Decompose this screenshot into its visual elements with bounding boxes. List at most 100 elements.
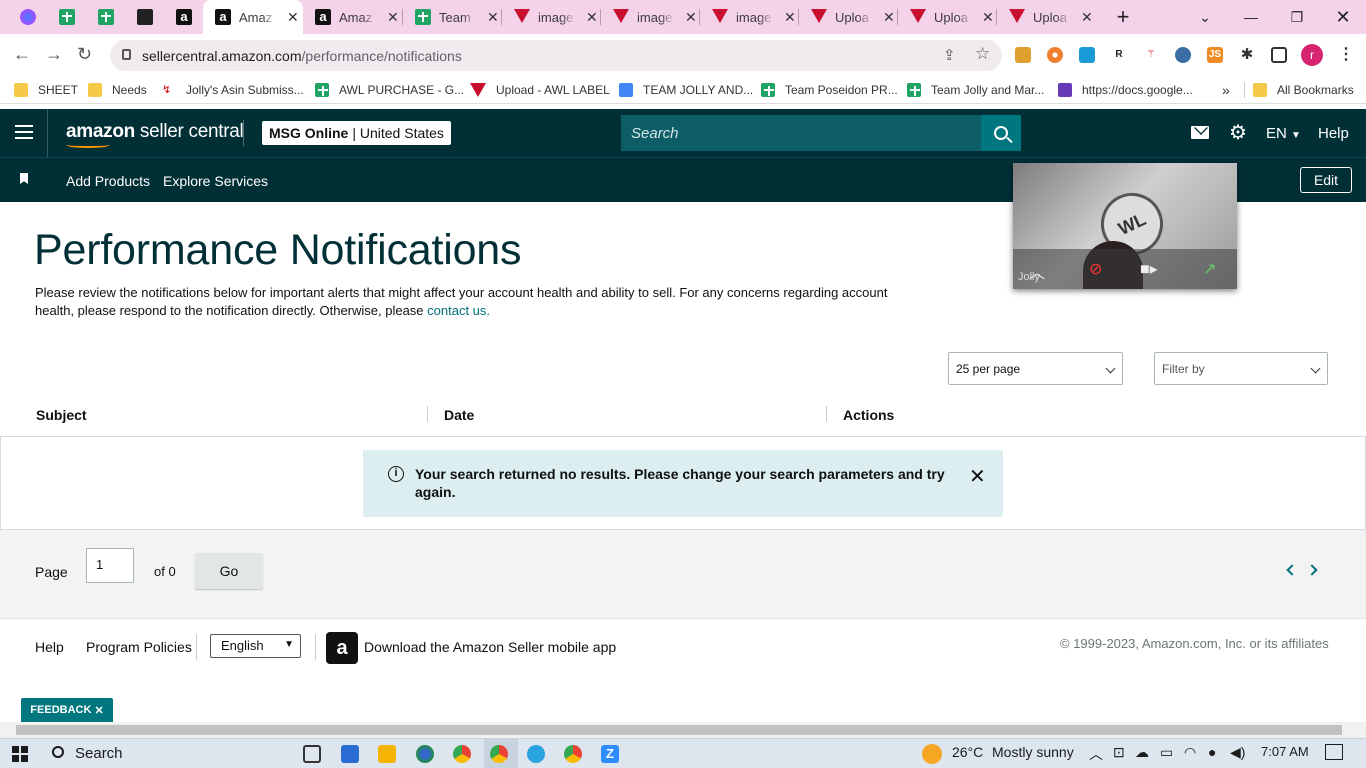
browser-tab[interactable]: Uploa ✕: [898, 0, 996, 34]
browser-tab[interactable]: image ✕: [700, 0, 798, 34]
weather-icon[interactable]: [922, 744, 942, 764]
tab-search-chevron-icon[interactable]: ⌄: [1182, 0, 1228, 34]
mail-icon[interactable]: [1191, 126, 1209, 139]
tab-close-icon[interactable]: ✕: [685, 9, 697, 26]
url-bar[interactable]: sellercentral.amazon.com/performance/not…: [110, 40, 1002, 71]
microphone-icon[interactable]: ●: [1208, 744, 1216, 760]
horizontal-scrollbar[interactable]: [0, 722, 1366, 738]
extension-icon[interactable]: [1079, 47, 1095, 63]
close-window-button[interactable]: ✕: [1320, 0, 1366, 34]
store-icon[interactable]: [341, 745, 359, 763]
side-panel-icon[interactable]: [1271, 47, 1287, 63]
sheets-pinned-icon[interactable]: [98, 9, 114, 25]
footer-language-select[interactable]: English ▼: [210, 634, 301, 658]
column-date[interactable]: Date: [444, 407, 474, 423]
bookmark-item[interactable]: Team Jolly and Mar...: [907, 76, 1044, 104]
program-policies-link[interactable]: Program Policies: [86, 639, 192, 655]
chrome-icon[interactable]: [564, 745, 582, 763]
puzzle-icon[interactable]: ✱: [1239, 47, 1255, 63]
pinned-tab-icon[interactable]: [137, 9, 153, 25]
edge-icon[interactable]: [416, 745, 434, 763]
extension-icon[interactable]: [1175, 47, 1191, 63]
browser-menu-icon[interactable]: ⋮: [1338, 44, 1354, 64]
profile-avatar[interactable]: r: [1301, 44, 1323, 66]
popout-icon[interactable]: ↗: [1203, 259, 1216, 279]
forward-arrow-icon[interactable]: →: [45, 44, 63, 65]
browser-tab[interactable]: Uploa ✕: [997, 0, 1095, 34]
bookmark-item[interactable]: Upload - AWL LABEL: [470, 76, 610, 104]
tab-close-icon[interactable]: ✕: [1081, 9, 1093, 26]
chrome-icon[interactable]: [490, 745, 508, 763]
amazon-app-icon[interactable]: a: [326, 632, 358, 664]
browser-tab[interactable]: a Amaz ✕: [303, 0, 401, 34]
tab-close-icon[interactable]: ✕: [784, 9, 796, 26]
filter-select[interactable]: Filter by: [1154, 352, 1328, 385]
camera-icon[interactable]: ■▸: [1140, 259, 1158, 279]
chrome-icon[interactable]: [453, 745, 471, 763]
tab-close-icon[interactable]: ✕: [487, 9, 499, 26]
browser-tab[interactable]: Uploa ✕: [799, 0, 897, 34]
telegram-icon[interactable]: [527, 745, 545, 763]
reload-icon[interactable]: ↻: [77, 44, 92, 65]
bookmarks-overflow-button[interactable]: »: [1222, 76, 1230, 104]
windows-start-icon[interactable]: [12, 746, 28, 762]
weather-temp[interactable]: 26°C: [952, 744, 983, 760]
mic-off-icon[interactable]: ⊘: [1089, 259, 1102, 279]
go-button[interactable]: Go: [195, 553, 263, 589]
extension-icon[interactable]: [1015, 47, 1031, 63]
share-icon[interactable]: ⇪: [943, 46, 956, 64]
file-explorer-icon[interactable]: [378, 745, 396, 763]
battery-icon[interactable]: ▭: [1160, 744, 1173, 761]
bookmark-item[interactable]: TEAM JOLLY AND...: [619, 76, 753, 104]
minimize-button[interactable]: —: [1228, 0, 1274, 34]
extension-icon[interactable]: R: [1111, 47, 1127, 63]
messenger-icon[interactable]: [20, 9, 36, 25]
scrollbar-thumb[interactable]: [16, 725, 1342, 735]
zoom-icon[interactable]: Z: [601, 745, 619, 763]
contact-us-link[interactable]: contact us.: [427, 303, 490, 318]
edit-button[interactable]: Edit: [1300, 167, 1352, 193]
tab-close-icon[interactable]: ✕: [387, 9, 399, 26]
weather-text[interactable]: Mostly sunny: [992, 744, 1074, 760]
gear-icon[interactable]: ⚙: [1229, 123, 1247, 143]
page-number-input[interactable]: 1: [86, 548, 134, 583]
bookmark-item[interactable]: https://docs.google...: [1058, 76, 1193, 104]
notifications-icon[interactable]: [1325, 744, 1343, 760]
close-icon[interactable]: ✕: [94, 704, 103, 717]
column-subject[interactable]: Subject: [36, 407, 87, 423]
browser-tab-active[interactable]: a Amaz ✕: [203, 0, 303, 34]
back-arrow-icon[interactable]: ←: [13, 44, 31, 65]
app-download-link[interactable]: Download the Amazon Seller mobile app: [364, 639, 616, 655]
video-call-overlay[interactable]: WL ︿ ⊘ ■▸ ↗ Jolly: [1013, 163, 1237, 289]
restore-button[interactable]: ❐: [1274, 0, 1320, 34]
clock[interactable]: 7:07 AM: [1261, 744, 1309, 759]
bookmark-item[interactable]: Team Poseidon PR...: [761, 76, 898, 104]
bookmark-item[interactable]: Needs: [88, 76, 147, 104]
tab-close-icon[interactable]: ✕: [586, 9, 598, 26]
meet-now-icon[interactable]: ⊡: [1113, 744, 1125, 761]
extension-icon[interactable]: [1047, 47, 1063, 63]
volume-icon[interactable]: ◀): [1230, 744, 1245, 761]
bookmark-star-icon[interactable]: ☆: [975, 44, 990, 64]
bookmark-item[interactable]: SHEET: [14, 76, 78, 104]
hamburger-menu-icon[interactable]: [15, 125, 33, 139]
sheets-pinned-icon[interactable]: [59, 9, 75, 25]
nav-add-products[interactable]: Add Products: [66, 173, 150, 189]
browser-tab[interactable]: Team ✕: [403, 0, 501, 34]
per-page-select[interactable]: 25 per page: [948, 352, 1123, 385]
taskbar-search[interactable]: Search: [75, 745, 123, 762]
browser-tab[interactable]: image ✕: [601, 0, 699, 34]
search-button[interactable]: [981, 115, 1021, 151]
feedback-button[interactable]: FEEDBACK ✕: [21, 698, 113, 722]
search-input[interactable]: Search: [621, 115, 981, 151]
all-bookmarks-button[interactable]: All Bookmarks: [1253, 76, 1354, 104]
extension-icon[interactable]: JS: [1207, 47, 1223, 63]
tab-close-icon[interactable]: ✕: [883, 9, 895, 26]
extension-icon[interactable]: ⚚: [1143, 47, 1159, 63]
language-selector[interactable]: EN ▼: [1266, 125, 1301, 142]
help-link[interactable]: Help: [1318, 125, 1349, 142]
amazon-pinned-icon[interactable]: a: [176, 9, 192, 25]
wifi-icon[interactable]: ◠: [1184, 744, 1196, 761]
tray-chevron-up-icon[interactable]: ︿: [1089, 744, 1103, 764]
bookmark-item[interactable]: AWL PURCHASE - G...: [315, 76, 464, 104]
